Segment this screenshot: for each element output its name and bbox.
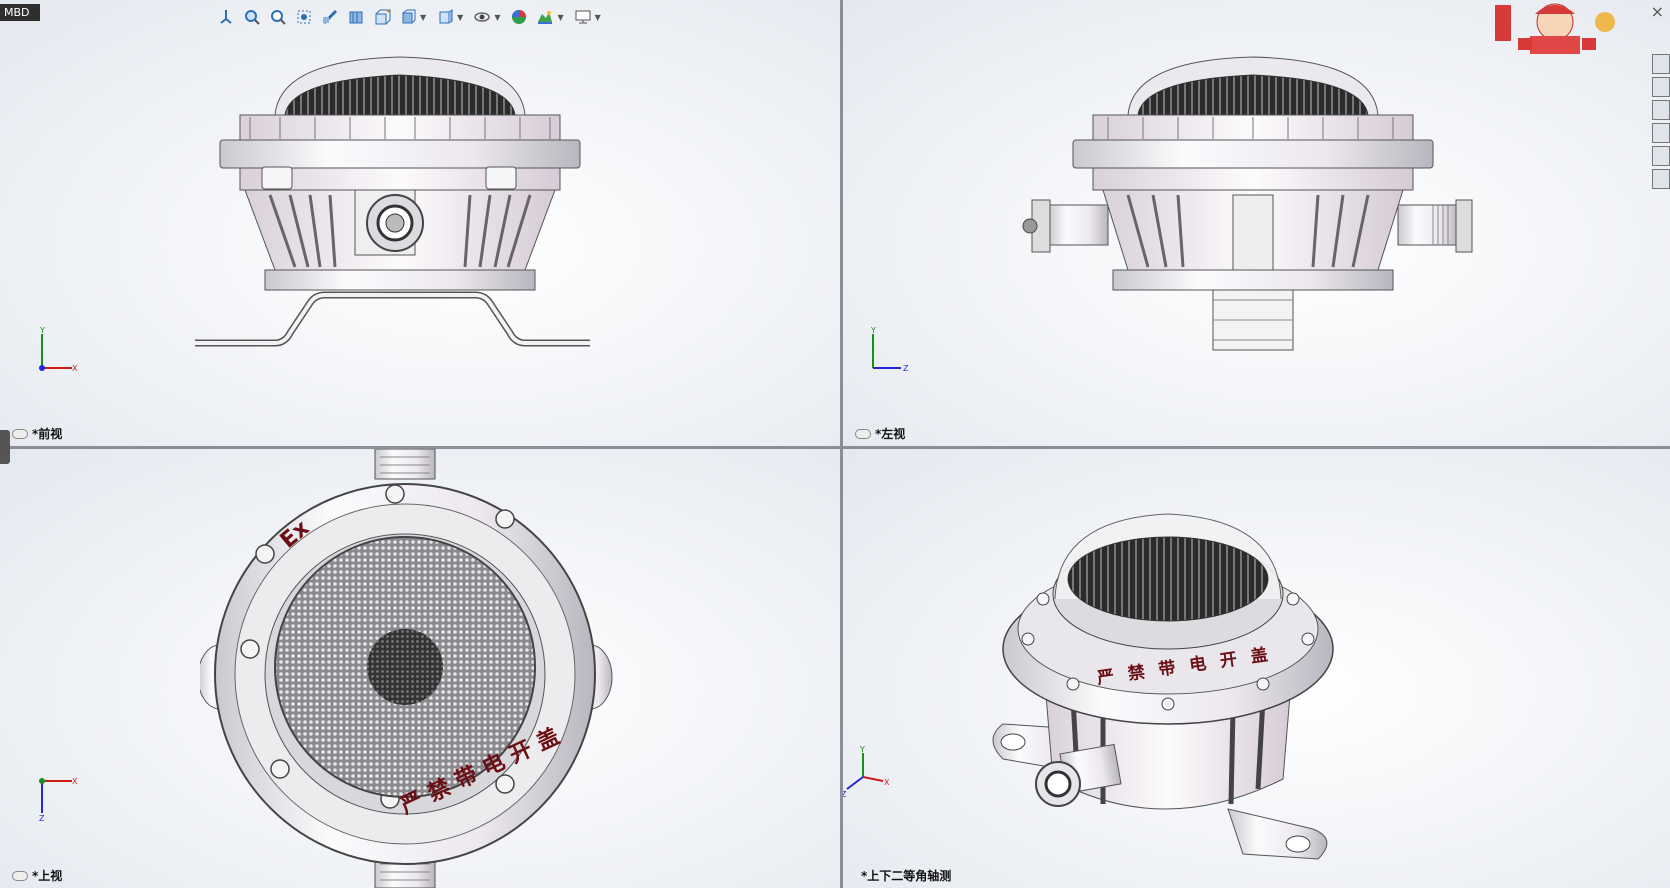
palette-icon[interactable]: [1652, 123, 1670, 143]
apply-scene-icon[interactable]: [508, 6, 530, 28]
mascot-decoration: [1490, 0, 1630, 56]
parts-icon[interactable]: [1652, 77, 1670, 97]
axis-triad: Y X: [39, 326, 78, 373]
heads-up-toolbar: ▼ ▼ ▼ ▼ ▼: [215, 6, 605, 28]
axis-label-y: Y: [870, 326, 876, 335]
axis-label-z: Z: [903, 364, 909, 373]
view-settings-icon[interactable]: [534, 6, 556, 28]
link-icon: [12, 870, 28, 881]
isometric-view-model[interactable]: 严禁带电开盖: [983, 509, 1363, 879]
view-name: *左视: [875, 427, 906, 441]
view-label-isometric[interactable]: *上下二等角轴测: [861, 867, 951, 884]
viewport-front[interactable]: MBD ▼ ▼ ▼ ▼ ▼ Y X *前视: [0, 0, 840, 446]
chevron-down-icon[interactable]: ▼: [557, 13, 563, 22]
vertical-viewport-splitter[interactable]: [840, 0, 843, 888]
appearance-icon[interactable]: [1652, 146, 1670, 166]
axis-label-z: Z: [39, 814, 45, 823]
axis-label-y: Y: [39, 326, 45, 335]
home-icon[interactable]: [1652, 54, 1670, 74]
task-pane-tabs: [1652, 54, 1670, 189]
axis-label-x: X: [72, 364, 78, 373]
view-label-left[interactable]: *左视: [855, 425, 905, 442]
edit-appearance-icon[interactable]: [471, 6, 493, 28]
folder-icon[interactable]: [1652, 100, 1670, 120]
zoom-area-icon[interactable]: [267, 6, 289, 28]
chevron-down-icon[interactable]: ▼: [457, 13, 463, 22]
chevron-down-icon[interactable]: ▼: [494, 13, 500, 22]
link-icon: [12, 428, 28, 439]
viewport-top[interactable]: Ex 严禁带电开盖 X Z *上视: [0, 449, 840, 888]
monitor-icon[interactable]: [572, 6, 594, 28]
view-orientation-dropdown-icon[interactable]: [371, 6, 393, 28]
properties-icon[interactable]: [1652, 169, 1670, 189]
close-icon[interactable]: ×: [1651, 2, 1664, 21]
axis-label-z: Z: [843, 790, 847, 799]
view-orientation-icon[interactable]: [215, 6, 237, 28]
section-view-icon[interactable]: [319, 6, 341, 28]
axis-triad: X Z: [39, 777, 78, 823]
view-name: *上下二等角轴测: [861, 869, 952, 883]
dynamic-annotation-icon[interactable]: [345, 6, 367, 28]
zoom-to-fit-icon[interactable]: [241, 6, 263, 28]
left-view-model[interactable]: [1018, 55, 1478, 365]
view-label-front[interactable]: *前视: [12, 425, 62, 442]
top-view-model[interactable]: Ex 严禁带电开盖: [200, 449, 630, 888]
viewport-left[interactable]: Y Z × *左视: [843, 0, 1670, 446]
link-icon: [855, 428, 871, 439]
sidebar-collapse-handle[interactable]: [0, 430, 10, 464]
axis-triad: Y Z: [870, 326, 909, 373]
horizontal-viewport-splitter[interactable]: [0, 446, 1670, 449]
front-view-model[interactable]: [190, 55, 620, 365]
hide-show-icon[interactable]: [434, 6, 456, 28]
mbd-tab[interactable]: MBD: [0, 4, 40, 21]
viewport-isometric[interactable]: 严禁带电开盖 Y X Z *上下二等角轴测: [843, 449, 1670, 888]
chevron-down-icon[interactable]: ▼: [595, 13, 601, 22]
view-name: *上视: [32, 869, 63, 883]
chevron-down-icon[interactable]: ▼: [420, 13, 426, 22]
display-style-icon[interactable]: [397, 6, 419, 28]
axis-triad: Y X Z: [843, 745, 890, 799]
axis-label-y: Y: [859, 745, 865, 754]
axis-label-x: X: [72, 777, 78, 786]
view-label-top[interactable]: *上视: [12, 867, 62, 884]
view-name: *前视: [32, 427, 63, 441]
previous-view-icon[interactable]: [293, 6, 315, 28]
axis-label-x: X: [884, 778, 890, 787]
